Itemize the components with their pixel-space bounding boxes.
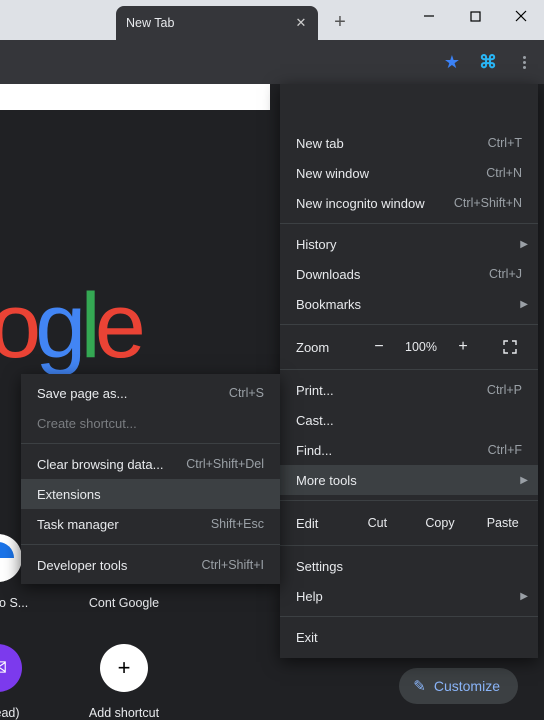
menu-more-tools[interactable]: More tools ▶ xyxy=(280,465,538,495)
minimize-button[interactable] xyxy=(406,0,452,32)
menu-separator xyxy=(280,324,538,325)
menu-print[interactable]: Print... Ctrl+P xyxy=(280,375,538,405)
new-tab-button[interactable]: + xyxy=(324,6,356,38)
submenu-save-page[interactable]: Save page as... Ctrl+S xyxy=(21,378,280,408)
chevron-right-icon: ▶ xyxy=(520,239,528,250)
submenu-clear-data[interactable]: Clear browsing data... Ctrl+Shift+Del xyxy=(21,449,280,479)
shortcut-item[interactable]: ✉ unread) xyxy=(0,644,26,720)
menu-separator xyxy=(21,544,280,545)
chevron-right-icon: ▶ xyxy=(520,299,528,310)
menu-exit[interactable]: Exit xyxy=(280,622,538,652)
shortcut-label: Cont Google xyxy=(89,596,159,610)
extension-icon[interactable]: ⌘ xyxy=(474,48,502,76)
menu-button[interactable] xyxy=(510,48,538,76)
menu-zoom-row: Zoom − 100% + xyxy=(280,330,538,364)
shortcut-label: Add shortcut xyxy=(89,706,159,720)
submenu-developer-tools[interactable]: Developer tools Ctrl+Shift+I xyxy=(21,550,280,580)
menu-new-tab[interactable]: New tab Ctrl+T xyxy=(280,128,538,158)
zoom-label: Zoom xyxy=(296,340,360,355)
paste-button[interactable]: Paste xyxy=(471,510,534,536)
chevron-right-icon: ▶ xyxy=(520,475,528,486)
close-tab-icon[interactable]: ✕ xyxy=(294,16,308,30)
window-titlebar: New Tab ✕ + xyxy=(0,0,544,40)
customize-label: Customize xyxy=(434,678,500,694)
menu-separator xyxy=(280,545,538,546)
menu-incognito[interactable]: New incognito window Ctrl+Shift+N xyxy=(280,188,538,218)
browser-tab[interactable]: New Tab ✕ xyxy=(116,6,318,40)
menu-edit-row: Edit Cut Copy Paste xyxy=(280,506,538,540)
page-content: ogle ome to S... Cont Google ✉ unread) +… xyxy=(0,84,544,720)
menu-separator xyxy=(21,443,280,444)
bookmarks-bar-fragment xyxy=(0,84,270,110)
bookmark-star-icon[interactable]: ★ xyxy=(438,48,466,76)
menu-help[interactable]: Help ▶ xyxy=(280,581,538,611)
submenu-task-manager[interactable]: Task manager Shift+Esc xyxy=(21,509,280,539)
chevron-right-icon: ▶ xyxy=(520,591,528,602)
menu-find[interactable]: Find... Ctrl+F xyxy=(280,435,538,465)
shortcut-icon xyxy=(0,534,22,582)
menu-separator xyxy=(280,500,538,501)
menu-separator xyxy=(280,369,538,370)
menu-downloads[interactable]: Downloads Ctrl+J xyxy=(280,259,538,289)
shortcut-label: unread) xyxy=(0,706,20,720)
menu-separator xyxy=(280,223,538,224)
zoom-out-button[interactable]: − xyxy=(360,338,398,356)
cut-button[interactable]: Cut xyxy=(346,510,409,536)
customize-button[interactable]: ✎ Customize xyxy=(399,668,518,704)
menu-cast[interactable]: Cast... xyxy=(280,405,538,435)
tab-title: New Tab xyxy=(126,16,174,30)
overflow-menu: New tab Ctrl+T New window Ctrl+N New inc… xyxy=(280,84,538,658)
menu-separator xyxy=(280,616,538,617)
menu-bookmarks[interactable]: Bookmarks ▶ xyxy=(280,289,538,319)
more-tools-submenu: Save page as... Ctrl+S Create shortcut..… xyxy=(21,374,280,584)
maximize-button[interactable] xyxy=(452,0,498,32)
zoom-in-button[interactable]: + xyxy=(444,338,482,356)
google-logo: ogle xyxy=(0,274,140,379)
window-controls xyxy=(406,0,544,32)
menu-settings[interactable]: Settings xyxy=(280,551,538,581)
add-shortcut-button[interactable]: + Add shortcut xyxy=(96,644,152,720)
menu-new-window[interactable]: New window Ctrl+N xyxy=(280,158,538,188)
copy-button[interactable]: Copy xyxy=(409,510,472,536)
fullscreen-button[interactable] xyxy=(490,339,530,355)
plus-icon: + xyxy=(100,644,148,692)
shortcut-row: ✉ unread) + Add shortcut xyxy=(0,644,152,720)
menu-history[interactable]: History ▶ xyxy=(280,229,538,259)
submenu-extensions[interactable]: Extensions xyxy=(21,479,280,509)
pencil-icon: ✎ xyxy=(413,677,426,695)
zoom-percent: 100% xyxy=(398,340,444,354)
mail-icon: ✉ xyxy=(0,644,22,692)
edit-label: Edit xyxy=(296,516,346,531)
shortcut-label: ome to S... xyxy=(0,596,28,610)
submenu-create-shortcut: Create shortcut... xyxy=(21,408,280,438)
browser-toolbar: ★ ⌘ xyxy=(0,40,544,84)
window-close-button[interactable] xyxy=(498,0,544,32)
